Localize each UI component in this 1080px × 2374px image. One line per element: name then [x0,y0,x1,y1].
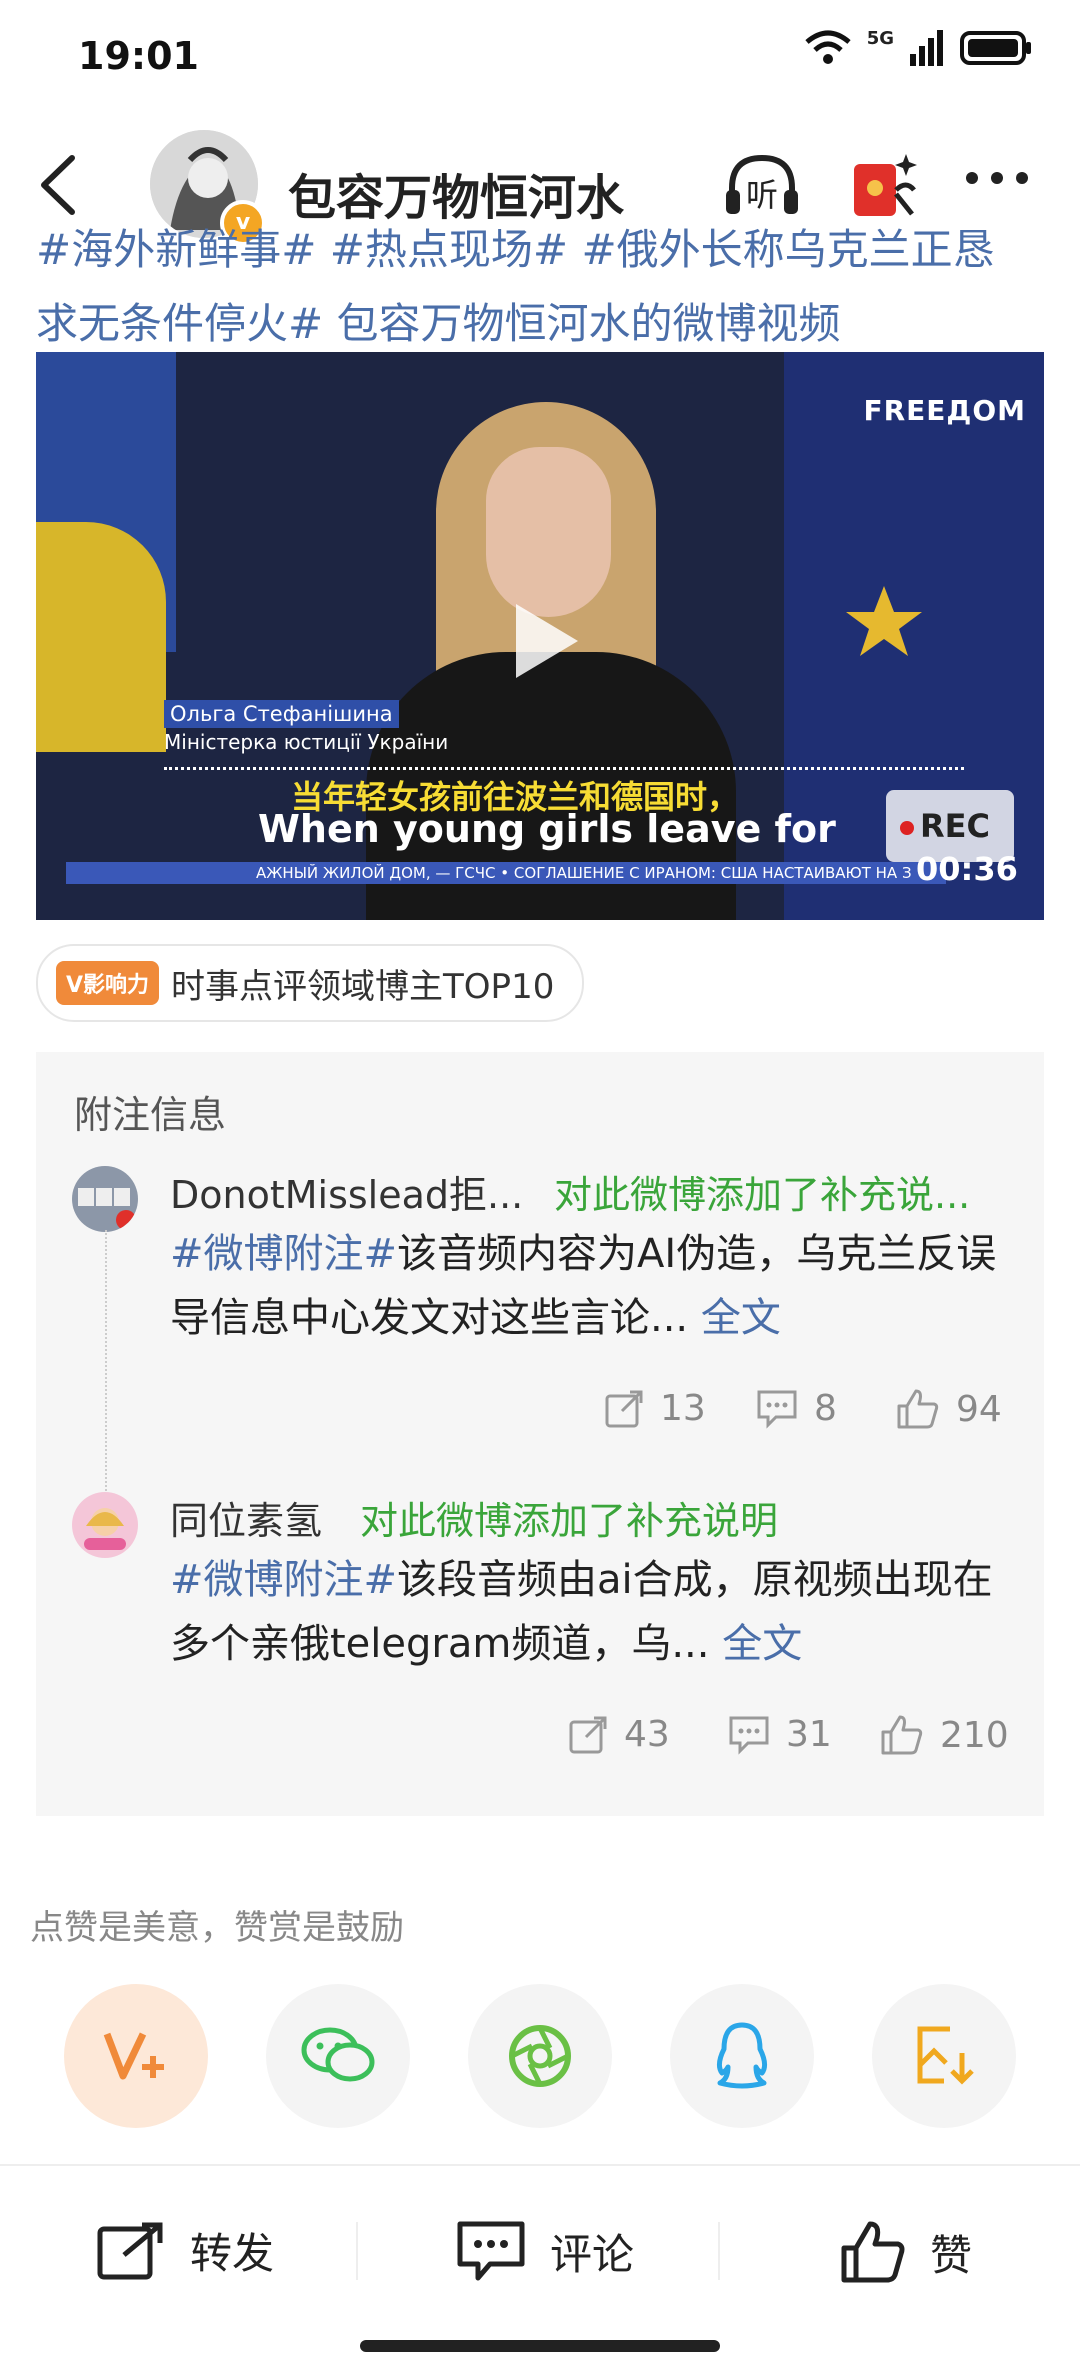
battery-icon [960,31,1031,65]
like-stat[interactable]: 210 [880,1714,1009,1756]
thread-line [105,1230,107,1530]
note-author-avatar[interactable] [72,1492,138,1558]
encourage-text: 点赞是美意，赞赏是鼓励 [30,1908,404,1948]
more-options-button[interactable] [962,168,1032,192]
red-packet-icon [854,154,917,216]
signal-icon [910,30,943,66]
share-wechat-button[interactable] [266,1984,410,2128]
read-more-link[interactable]: 全文 [701,1295,781,1341]
bottom-action-bar: 转发 评论 赞 [0,2164,1080,2336]
comment-count: 8 [814,1388,837,1429]
play-icon[interactable] [506,596,586,686]
network-label: 5G [866,27,894,49]
red-packet-button[interactable] [848,150,918,222]
note-body[interactable]: #微博附注#该音频内容为AI伪造，乌克兰反误导信息中心发文对这些言论... 全文 [170,1222,1000,1350]
post-hashtags-line1[interactable]: #海外新鲜事# #热点现场# #俄外长称乌克兰正恳 [36,228,995,272]
chevron-left-icon [41,155,75,215]
flag-yellow [36,522,166,752]
wechat-icon [301,2027,375,2082]
comment-stat[interactable]: 31 [728,1714,832,1755]
status-icons: 5G [803,27,1032,66]
star-icon [846,586,922,656]
divider [718,2222,720,2280]
listen-label: 听 [746,176,779,214]
caption-name: Ольга Стефанішина [164,700,399,728]
like-stat[interactable]: 94 [896,1388,1002,1430]
notes-panel: 附注信息 DonotMisslead拒... 对此微博添加了补充说... #微博… [36,1052,1044,1816]
more-dots-icon [966,172,1028,184]
barbie-avatar-image [72,1492,138,1558]
home-indicator[interactable] [360,2340,720,2352]
comment-stat[interactable]: 8 [756,1388,837,1429]
like-count: 210 [940,1714,1009,1756]
record-dot-icon [900,821,914,835]
qq-penguin-icon [716,2022,768,2089]
caption-title: Міністерка юстиції України [164,730,449,754]
moments-aperture-icon [509,2025,571,2087]
post-hashtags-line2[interactable]: 求无条件停火# 包容万物恒河水的微博视频 [36,290,841,351]
like-label: 赞 [930,2230,973,2280]
note-hashtag[interactable]: #微博附注# [170,1231,397,1277]
subtitle-english: When young girls leave for [258,807,836,851]
speaker-face [486,447,611,617]
save-image-button[interactable] [872,1984,1016,2128]
video-duration: 00:36 [916,850,1018,888]
thumbs-up-icon [841,2221,905,2283]
share-moments-button[interactable] [468,1984,612,2128]
read-more-link[interactable]: 全文 [722,1621,802,1667]
influence-badge: V影响力 [56,961,160,1005]
like-button[interactable]: 赞 [840,2220,972,2284]
comment-button[interactable]: 评论 [456,2220,634,2282]
notes-title: 附注信息 [74,1093,227,1137]
repost-count: 43 [624,1714,670,1755]
channel-logo: FREEДOM [863,394,1026,427]
video-player[interactable]: FREEДOM Ольга Стефанішина Міністерка юст… [36,352,1044,920]
note-body[interactable]: #微博附注#该段音频由ai合成，原视频出现在多个亲俄telegram频道，乌..… [170,1548,1000,1676]
thumbs-up-icon [897,1389,939,1429]
repost-stat[interactable]: 43 [568,1714,670,1755]
save-image-icon [917,2026,974,2085]
comment-icon [757,1390,797,1429]
note-author-name[interactable]: 同位素氢 [170,1490,322,1545]
like-count: 94 [956,1388,1002,1430]
repost-label: 转发 [190,2229,275,2278]
comment-icon [729,1716,769,1755]
wifi-icon [805,30,851,64]
thumbs-up-icon [881,1715,923,1755]
influence-text: 时事点评领域博主TOP10 [171,966,555,1007]
caption-divider [164,767,964,770]
status-time: 19:01 [78,34,199,78]
note-author-avatar[interactable] [72,1166,138,1232]
news-ticker-text: АЖНЫЙ ЖИЛОЙ ДОМ, — ГСЧС • СОГЛАШЕНИЕ С И… [256,864,912,882]
divider [356,2222,358,2280]
note-action: 对此微博添加了补充说... [554,1173,971,1217]
rec-label: REC [920,807,990,845]
hashtag-text-2[interactable]: 求无条件停火# 包容万物恒河水的微博视频 [36,299,841,348]
share-icon [605,1390,643,1427]
repost-stat[interactable]: 13 [604,1388,706,1429]
back-button[interactable] [30,150,90,220]
listen-button[interactable]: 听 [722,150,802,220]
reward-button[interactable] [64,1984,208,2128]
note-author-name[interactable]: DonotMisslead拒... [170,1164,523,1219]
repost-icon [97,2222,163,2279]
repost-button[interactable]: 转发 [96,2220,274,2281]
repost-count: 13 [660,1388,706,1429]
hashtag-text-1[interactable]: #海外新鲜事# #热点现场# #俄外长称乌克兰正恳 [36,228,995,272]
influence-tag[interactable]: V影响力 时事点评领域博主TOP10 [36,944,585,1022]
note-action: 对此微博添加了补充说明 [360,1499,779,1543]
author-name[interactable]: 包容万物恒河水 [288,158,624,228]
fact-avatar-image [72,1166,138,1232]
comment-label: 评论 [550,2229,635,2279]
note-hashtag[interactable]: #微博附注# [170,1557,397,1603]
comment-count: 31 [786,1714,832,1755]
reward-v-plus-icon [103,2032,164,2080]
share-icon [569,1716,607,1753]
comment-icon [457,2221,525,2281]
share-qq-button[interactable] [670,1984,814,2128]
